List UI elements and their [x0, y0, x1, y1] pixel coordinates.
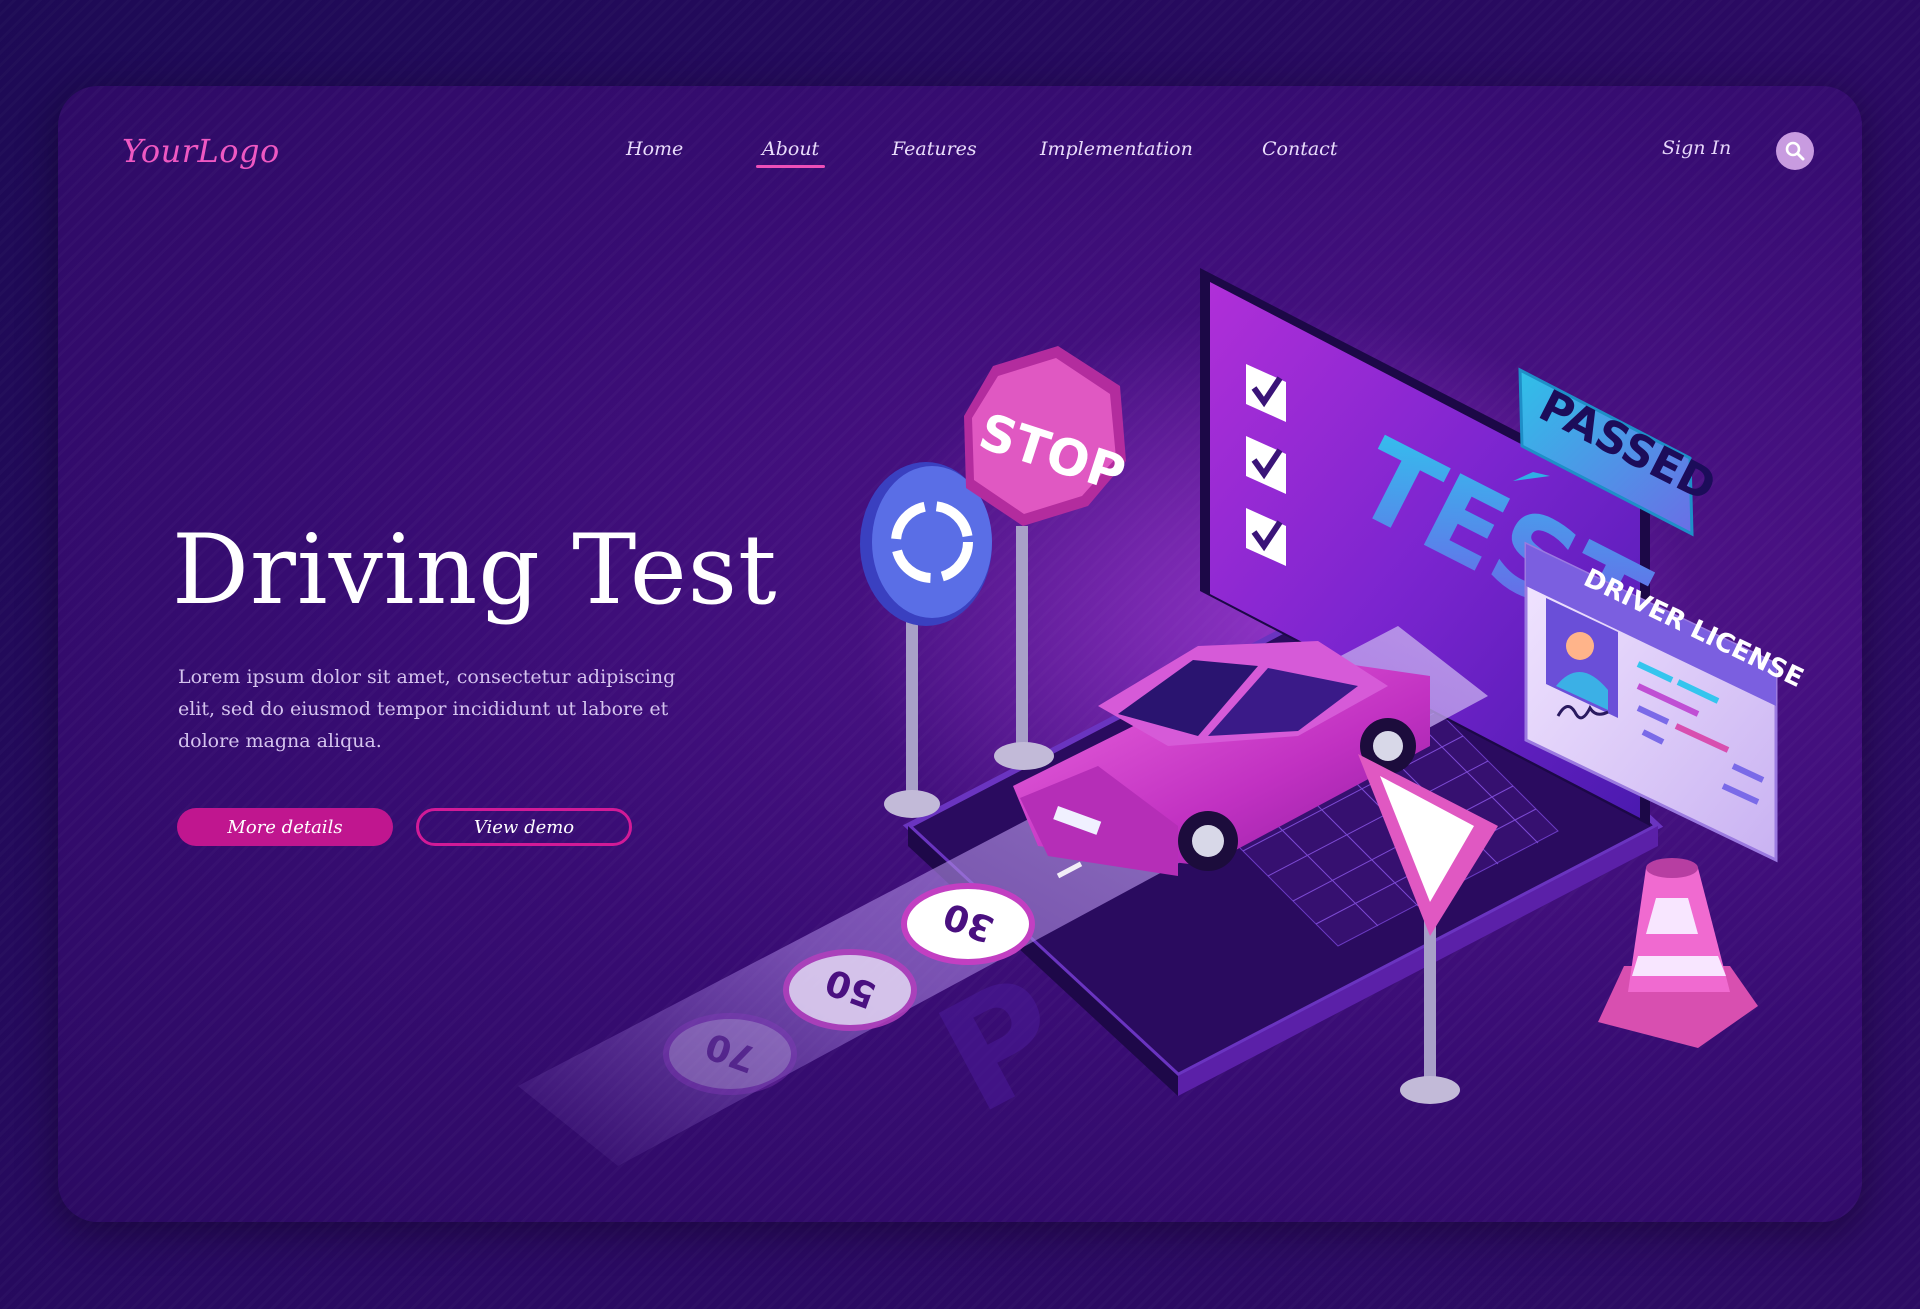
speed-mark-70: 70 — [663, 1013, 797, 1095]
license-photo — [1566, 632, 1594, 660]
speed-mark-50: 50 — [783, 949, 917, 1031]
traffic-cone — [1598, 858, 1758, 1048]
driving-test-illustration: TEST PASSED DRIVER LICENSE 30 50 70 P ST… — [518, 268, 1808, 1166]
landing-card: YourLogo Home About Features Implementat… — [58, 86, 1862, 1222]
checklist — [1246, 364, 1286, 566]
